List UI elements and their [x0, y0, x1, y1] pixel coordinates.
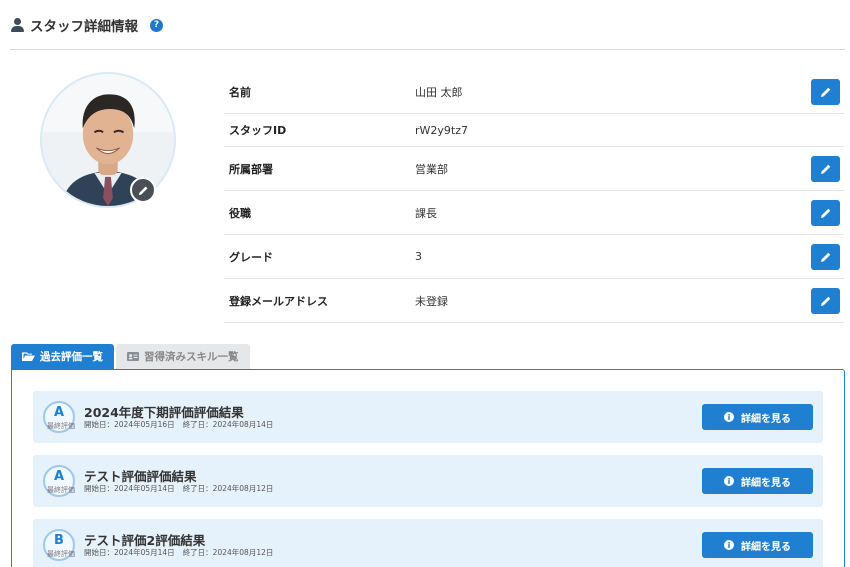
tab-label: 習得済みスキル一覧	[144, 351, 239, 363]
tab-past-evaluations[interactable]: 過去評価一覧	[11, 344, 114, 369]
grade-caption: 最終評価	[47, 422, 75, 430]
user-icon	[10, 18, 24, 32]
grade-badge: B 最終評価	[43, 529, 75, 561]
start-date: 開始日：2024年05月14日	[84, 484, 175, 493]
edit-email-button[interactable]	[811, 287, 840, 314]
field-label: 名前	[229, 85, 251, 99]
field-value: 山田 太郎	[415, 85, 463, 99]
pencil-icon	[820, 296, 830, 306]
field-label: グレード	[229, 250, 273, 264]
edit-position-button[interactable]	[811, 199, 840, 226]
field-value: 未登録	[415, 294, 448, 308]
grade-badge: A 最終評価	[43, 465, 75, 497]
field-value: rW2y9tz7	[415, 123, 468, 137]
info-row-position: 役職 課長	[224, 191, 844, 235]
evaluation-list-panel: A 最終評価 2024年度下期評価評価結果 開始日：2024年05月16日 終了日…	[11, 369, 845, 567]
evaluation-card: A 最終評価 2024年度下期評価評価結果 開始日：2024年05月16日 終了日…	[33, 391, 823, 443]
field-value: 課長	[415, 206, 437, 220]
evaluation-card: B 最終評価 テスト評価2評価結果 開始日：2024年05月14日 終了日：202…	[33, 519, 823, 567]
info-row-name: 名前 山田 太郎	[224, 70, 844, 114]
page-title: スタッフ詳細情報	[30, 19, 138, 35]
field-label: スタッフID	[229, 124, 287, 137]
end-date: 終了日：2024年08月12日	[182, 548, 274, 557]
button-label: 詳細を見る	[741, 413, 791, 425]
info-icon: i	[724, 540, 734, 550]
tab-acquired-skills[interactable]: 習得済みスキル一覧	[116, 344, 250, 369]
field-label: 所属部署	[229, 162, 273, 176]
field-label: 役職	[229, 206, 251, 220]
pencil-icon	[138, 186, 147, 195]
tab-label: 過去評価一覧	[40, 351, 103, 363]
pencil-icon	[820, 252, 830, 262]
edit-name-button[interactable]	[811, 78, 840, 105]
info-row-department: 所属部署 営業部	[224, 147, 844, 191]
avatar-edit-button[interactable]	[130, 177, 156, 203]
grade-letter: A	[53, 405, 65, 420]
page-header: スタッフ詳細情報 ?	[10, 14, 163, 36]
grade-caption: 最終評価	[47, 486, 75, 494]
evaluation-dates: 開始日：2024年05月14日 終了日：2024年08月12日	[84, 483, 281, 494]
button-label: 詳細を見る	[741, 541, 791, 553]
evaluation-dates: 開始日：2024年05月14日 終了日：2024年08月12日	[84, 547, 281, 558]
info-row-grade: グレード 3	[224, 235, 844, 279]
view-details-button[interactable]: i 詳細を見る	[702, 532, 813, 558]
evaluation-dates: 開始日：2024年05月16日 終了日：2024年08月14日	[84, 419, 281, 430]
evaluation-card: A 最終評価 テスト評価評価結果 開始日：2024年05月14日 終了日：2024…	[33, 455, 823, 507]
start-date: 開始日：2024年05月16日	[84, 420, 175, 429]
end-date: 終了日：2024年08月14日	[182, 420, 274, 429]
pencil-icon	[820, 208, 830, 218]
grade-letter: B	[54, 533, 64, 548]
pencil-icon	[820, 164, 830, 174]
view-details-button[interactable]: i 詳細を見る	[702, 468, 813, 494]
tab-bar: 過去評価一覧 習得済みスキル一覧	[11, 344, 250, 369]
grade-badge: A 最終評価	[43, 401, 75, 433]
button-label: 詳細を見る	[741, 477, 791, 489]
pencil-icon	[820, 87, 830, 97]
field-value: 営業部	[415, 162, 448, 176]
field-value: 3	[415, 250, 422, 263]
view-details-button[interactable]: i 詳細を見る	[702, 404, 813, 430]
help-icon[interactable]: ?	[150, 18, 163, 32]
edit-grade-button[interactable]	[811, 243, 840, 270]
grade-letter: A	[53, 469, 65, 484]
info-row-email: 登録メールアドレス 未登録	[224, 279, 844, 323]
end-date: 終了日：2024年08月12日	[182, 484, 274, 493]
grade-caption: 最終評価	[47, 550, 75, 558]
start-date: 開始日：2024年05月14日	[84, 548, 175, 557]
folder-open-icon	[22, 351, 35, 362]
info-icon: i	[724, 412, 734, 422]
id-card-icon	[127, 352, 139, 361]
staff-info-table: 名前 山田 太郎 スタッフID rW2y9tz7 所属部署 営業部 役職 課長 …	[224, 70, 844, 323]
info-row-staff-id: スタッフID rW2y9tz7	[224, 114, 844, 147]
field-label: 登録メールアドレス	[229, 294, 328, 308]
info-icon: i	[724, 476, 734, 486]
header-divider	[10, 49, 845, 50]
edit-department-button[interactable]	[811, 155, 840, 182]
